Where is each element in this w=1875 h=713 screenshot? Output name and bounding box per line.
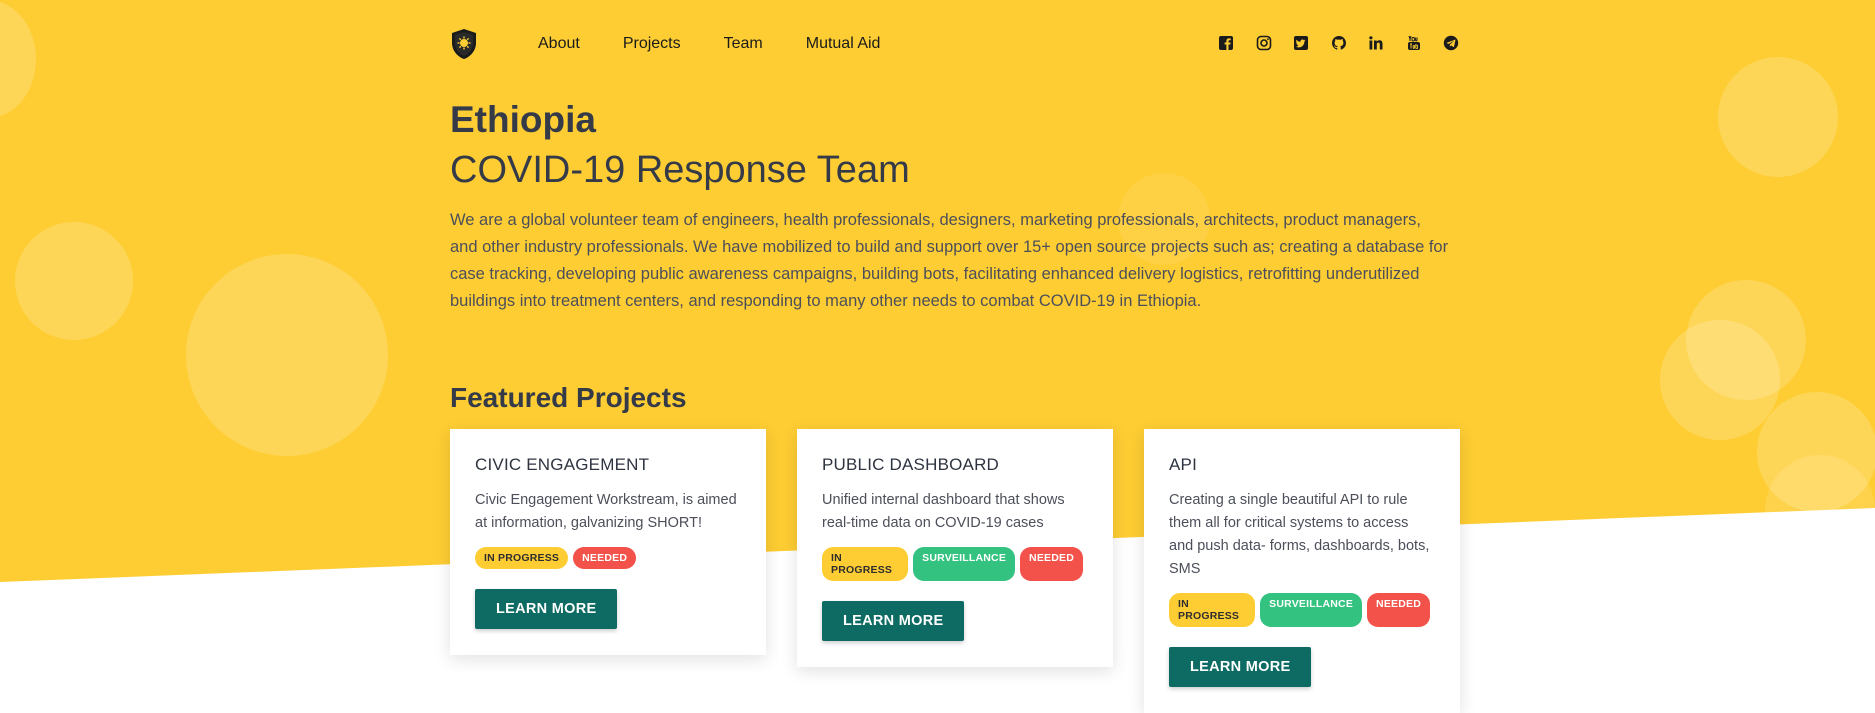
featured-projects-heading: Featured Projects [450, 382, 687, 413]
nav-link-projects[interactable]: Projects [623, 35, 681, 53]
top-navigation: About Projects Team Mutual Aid [450, 26, 1460, 62]
decorative-circle [1718, 57, 1838, 177]
status-badge-in-progress: IN PROGRESS [1169, 593, 1256, 627]
learn-more-button[interactable]: LEARN MORE [822, 601, 965, 641]
nav-links: About Projects Team Mutual Aid [538, 35, 923, 53]
card-description: Creating a single beautiful API to rule … [1169, 492, 1430, 577]
card-badges: IN PROGRESS SURVEILLANCE NEEDED [1169, 593, 1435, 627]
card-title: API [1169, 455, 1198, 474]
status-badge-surveillance: SURVEILLANCE [1260, 593, 1363, 627]
nav-link-mutual-aid[interactable]: Mutual Aid [806, 35, 881, 53]
card-badges: IN PROGRESS NEEDED [475, 547, 741, 569]
page-subtitle: COVID-19 Response Team [450, 149, 910, 191]
card-title: PUBLIC DASHBOARD [822, 455, 1000, 474]
nav-link-about[interactable]: About [538, 35, 580, 53]
status-badge-surveillance: SURVEILLANCE [913, 547, 1016, 581]
project-card-api: API Creating a single beautiful API to r… [1144, 429, 1460, 713]
nav-link-team[interactable]: Team [724, 35, 763, 53]
social-links [1198, 34, 1461, 52]
decorative-circle [15, 222, 133, 340]
status-badge-needed: NEEDED [1020, 547, 1083, 581]
card-description: Civic Engagement Workstream, is aimed at… [475, 492, 737, 531]
card-badges: IN PROGRESS SURVEILLANCE NEEDED [822, 547, 1088, 581]
status-badge-in-progress: IN PROGRESS [822, 547, 909, 581]
status-badge-needed: NEEDED [1367, 593, 1430, 627]
facebook-icon[interactable] [1217, 34, 1235, 52]
intro-paragraph: We are a global volunteer team of engine… [450, 211, 1449, 310]
github-icon[interactable] [1330, 34, 1348, 52]
shield-logo-icon [452, 29, 476, 59]
instagram-icon[interactable] [1255, 34, 1273, 52]
learn-more-button[interactable]: LEARN MORE [475, 589, 618, 629]
card-description: Unified internal dashboard that shows re… [822, 492, 1065, 531]
youtube-icon[interactable] [1405, 34, 1423, 52]
project-card-public-dashboard: PUBLIC DASHBOARD Unified internal dashbo… [797, 429, 1113, 667]
learn-more-button[interactable]: LEARN MORE [1169, 647, 1312, 687]
decorative-circle [1765, 455, 1875, 565]
status-badge-needed: NEEDED [573, 547, 637, 569]
decorative-circle [1660, 320, 1780, 440]
page-title: Ethiopia [450, 99, 596, 140]
card-title: CIVIC ENGAGEMENT [475, 455, 650, 474]
decorative-circle [186, 254, 388, 456]
linkedin-icon[interactable] [1367, 34, 1385, 52]
status-badge-in-progress: IN PROGRESS [475, 547, 569, 569]
project-card-civic-engagement: CIVIC ENGAGEMENT Civic Engagement Workst… [450, 429, 766, 655]
telegram-icon[interactable] [1442, 34, 1460, 52]
twitter-icon[interactable] [1292, 34, 1310, 52]
logo[interactable] [450, 28, 478, 60]
